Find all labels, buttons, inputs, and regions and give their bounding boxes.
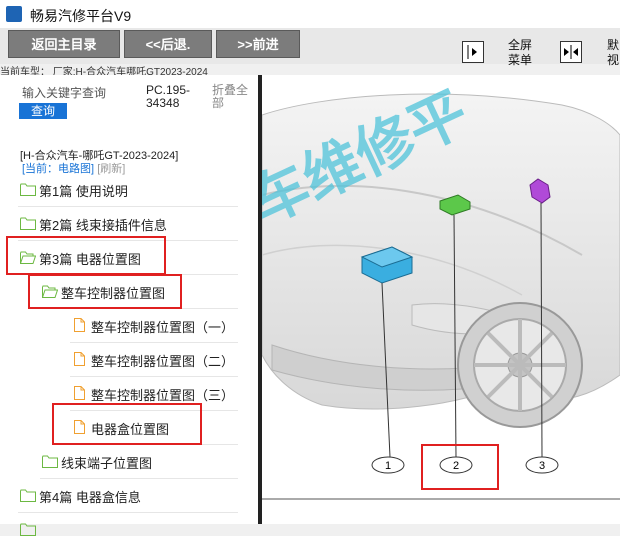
callout-3-label: 3 bbox=[539, 460, 545, 472]
pc-code: PC.195-34348 bbox=[146, 83, 191, 110]
tree-item-partial bbox=[18, 513, 238, 536]
highlight-box bbox=[28, 274, 182, 309]
tree-item-vcu-location-2[interactable]: 整车控制器位置图（二） bbox=[70, 343, 238, 377]
tree-item-label: 线束端子位置图 bbox=[61, 456, 153, 471]
tree-item-label: 第1篇 使用说明 bbox=[39, 184, 128, 199]
search-input[interactable] bbox=[22, 85, 137, 101]
tree-item-label: 整车控制器位置图（一） bbox=[91, 320, 235, 335]
app-logo-icon bbox=[6, 6, 22, 22]
tree-item-label: 整车控制器位置图（二） bbox=[91, 354, 235, 369]
split-view-button[interactable] bbox=[560, 41, 582, 63]
title-bar: 畅易汽修平台V9 bbox=[0, 0, 620, 29]
expand-arrow-icon bbox=[467, 45, 477, 59]
collapse-arrows-icon bbox=[564, 45, 578, 59]
callout-2-label: 2 bbox=[453, 460, 459, 472]
tree-item-label: 整车控制器位置图（三） bbox=[91, 388, 235, 403]
folder-icon bbox=[20, 489, 36, 502]
car-location-diagram: 车维修平 1 2 3 bbox=[262, 78, 620, 500]
highlight-box bbox=[6, 236, 166, 275]
default-view-label[interactable]: 默 视 bbox=[606, 38, 620, 68]
fullscreen-button[interactable] bbox=[462, 41, 484, 63]
wheel-graphic bbox=[457, 302, 583, 428]
tree-item-chapter-1[interactable]: 第1篇 使用说明 bbox=[18, 173, 238, 207]
fullscreen-label[interactable]: 全屏 菜单 bbox=[500, 38, 540, 68]
document-icon bbox=[74, 318, 85, 332]
query-button[interactable]: 查询 bbox=[19, 103, 67, 119]
tree-item-label: 第4篇 电器盒信息 bbox=[39, 490, 141, 505]
tree-item-chapter-4[interactable]: 第4篇 电器盒信息 bbox=[18, 479, 238, 513]
folder-icon bbox=[42, 455, 58, 468]
highlight-box bbox=[52, 403, 202, 445]
forward-button[interactable]: >>前进 bbox=[216, 30, 300, 58]
tree-item-vcu-location-1[interactable]: 整车控制器位置图（一） bbox=[70, 309, 238, 343]
tree-item-harness-terminal-location[interactable]: 线束端子位置图 bbox=[40, 445, 238, 479]
folder-icon bbox=[20, 183, 36, 196]
toolbar: 返回主目录 <<后退. >>前进 全屏 菜单 默 视 bbox=[0, 28, 620, 67]
tree-item-label: 第2篇 线束接插件信息 bbox=[39, 218, 167, 233]
callout-1-label: 1 bbox=[385, 460, 391, 472]
document-icon bbox=[74, 386, 85, 400]
folder-icon bbox=[20, 217, 36, 230]
window-title: 畅易汽修平台V9 bbox=[30, 8, 132, 24]
collapse-all-link[interactable]: 折叠全部 bbox=[212, 84, 256, 110]
back-main-button[interactable]: 返回主目录 bbox=[8, 30, 120, 58]
folder-icon bbox=[20, 523, 36, 536]
document-icon bbox=[74, 352, 85, 366]
back-button[interactable]: <<后退. bbox=[124, 30, 212, 58]
sidebar: 查询 PC.195-34348 折叠全部 [H-合众汽车-哪吒GT-2023-2… bbox=[0, 75, 258, 536]
diagram-view: 车维修平 1 2 3 bbox=[262, 75, 620, 524]
